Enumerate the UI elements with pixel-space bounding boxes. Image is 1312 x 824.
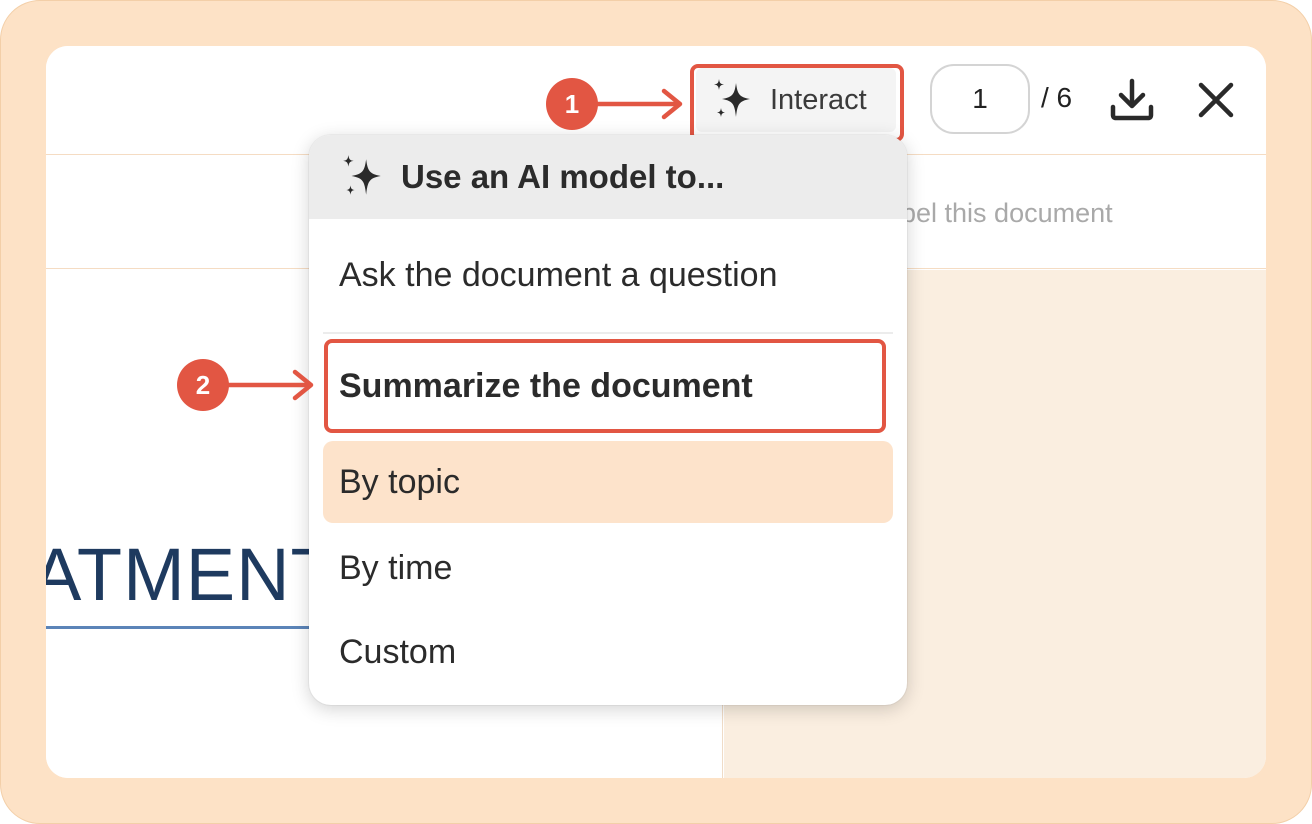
menu-divider bbox=[323, 332, 893, 334]
step-badge-2: 2 bbox=[177, 359, 229, 411]
callout-box-summarize bbox=[324, 339, 886, 433]
menu-item-label: Ask the document a question bbox=[339, 255, 778, 294]
menu-item-ask-question[interactable]: Ask the document a question bbox=[323, 235, 893, 315]
page-total: / 6 bbox=[1041, 82, 1073, 113]
page-number-input[interactable] bbox=[930, 64, 1030, 134]
step-badge-1: 1 bbox=[546, 78, 598, 130]
download-button[interactable] bbox=[1106, 74, 1158, 126]
menu-item-by-topic[interactable]: By topic bbox=[323, 441, 893, 523]
document-heading-fragment: ATMENT bbox=[46, 533, 337, 616]
menu-header: Use an AI model to... bbox=[309, 135, 907, 219]
document-rule bbox=[46, 626, 346, 629]
label-document-hint[interactable]: bel this document bbox=[901, 198, 1113, 229]
download-icon bbox=[1110, 78, 1154, 121]
menu-item-by-time[interactable]: By time bbox=[323, 527, 893, 609]
callout-box-interact bbox=[690, 64, 904, 142]
close-button[interactable] bbox=[1190, 74, 1242, 126]
sparkles-icon bbox=[343, 155, 381, 195]
menu-item-label: By topic bbox=[339, 462, 460, 501]
close-icon bbox=[1198, 82, 1234, 118]
menu-item-label: By time bbox=[339, 548, 453, 587]
menu-header-label: Use an AI model to... bbox=[401, 158, 725, 195]
menu-item-custom[interactable]: Custom bbox=[323, 611, 893, 693]
arrow-icon bbox=[226, 369, 314, 401]
menu-item-label: Custom bbox=[339, 632, 457, 671]
arrow-icon bbox=[595, 88, 683, 120]
